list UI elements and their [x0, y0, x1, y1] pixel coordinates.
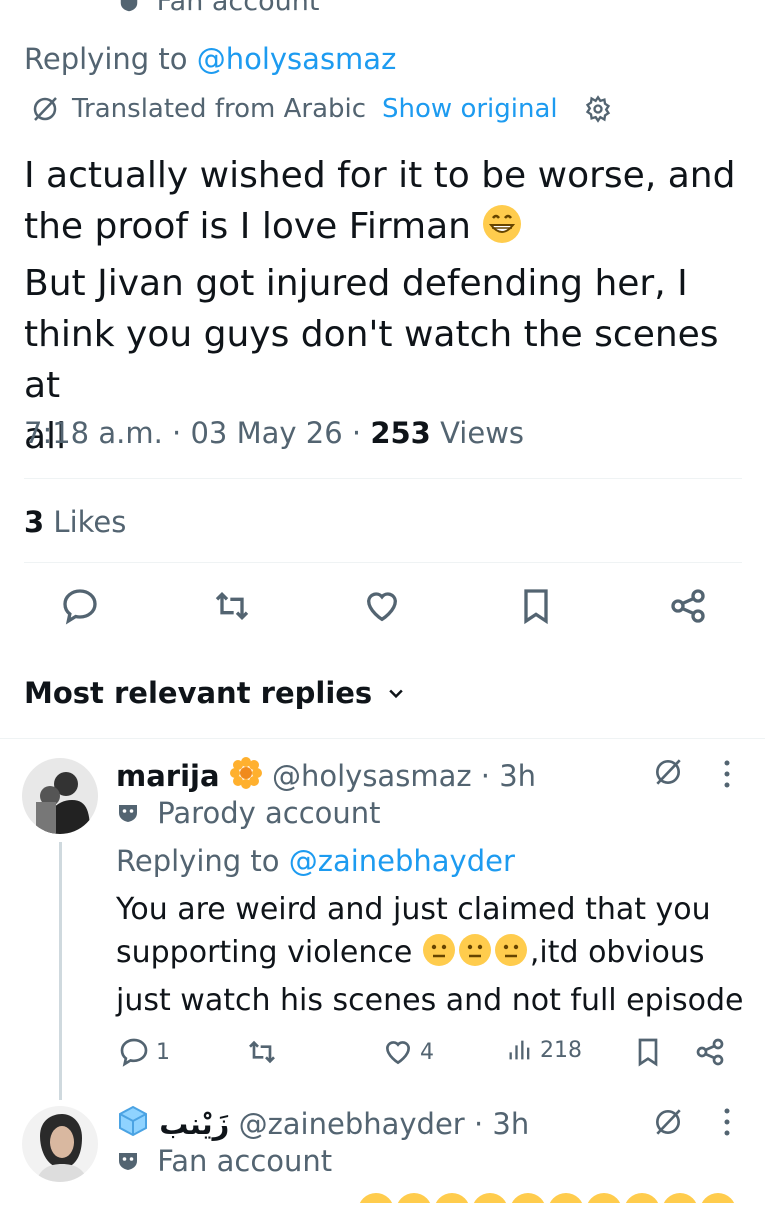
translated-label: Translated from Arabic [72, 94, 367, 124]
tweet-time[interactable]: 7:18 a.m. [24, 416, 163, 450]
show-original-link[interactable]: Show original [382, 94, 558, 124]
views-count: 253 [370, 416, 431, 450]
repost-button[interactable] [246, 1036, 278, 1068]
more-options-icon[interactable] [724, 1108, 730, 1136]
views-button[interactable]: 218 [506, 1036, 582, 1064]
likes-summary[interactable]: 3 Likes [24, 505, 126, 539]
bookmark-button[interactable] [632, 1036, 664, 1068]
reply-button[interactable]: 1 [118, 1036, 170, 1068]
tweet-line: But Jivan got injured defending her, I [24, 263, 688, 304]
divider [24, 478, 742, 479]
divider [0, 738, 765, 739]
display-name[interactable]: marija [116, 759, 220, 793]
views-label: Views [440, 416, 525, 450]
thread-connector [59, 842, 62, 1100]
tweet-line: the proof is I love Firman [24, 201, 749, 258]
reply-icon[interactable] [60, 586, 100, 626]
bookmark-icon[interactable] [516, 586, 556, 626]
partial-badge-row: Fan account [118, 0, 319, 17]
translate-icon[interactable] [652, 756, 684, 788]
replying-to-line: Replying to @holysasmaz [24, 42, 396, 76]
flower-icon [229, 756, 263, 790]
reply-count: 1 [156, 1039, 170, 1065]
handle[interactable]: @zainebhayder [239, 1107, 465, 1141]
account-badge: Parody account [116, 796, 381, 830]
emoji-row-partial [358, 1188, 738, 1207]
fan-account-label: Fan account [156, 0, 320, 17]
gear-icon[interactable] [584, 95, 612, 123]
display-name[interactable]: زَيْنب [159, 1107, 229, 1141]
replying-to-line: Replying to @zainebhayder [116, 844, 515, 878]
parody-label: Parody account [157, 796, 381, 830]
heart-icon [385, 1041, 411, 1065]
chevron-down-icon [386, 683, 406, 703]
repost-icon[interactable] [212, 586, 252, 626]
tweet-line: I actually wished for it to be worse, an… [24, 155, 736, 196]
handle[interactable]: @holysasmaz [272, 759, 472, 793]
fan-account-label: Fan account [157, 1144, 333, 1178]
analytics-icon [509, 1040, 530, 1060]
reply-time[interactable]: 3h [492, 1107, 529, 1141]
neutral-face-icon [422, 933, 530, 979]
heart-icon[interactable] [362, 586, 402, 626]
like-count: 4 [420, 1039, 434, 1065]
tweet-line: think you guys don't watch the scenes at [24, 314, 719, 406]
translate-icon[interactable] [652, 1106, 684, 1138]
reply-line: supporting violence ,itd obvious [116, 931, 756, 979]
replying-handle-link[interactable]: @holysasmaz [197, 42, 397, 76]
ice-cube-icon [116, 1104, 150, 1138]
replying-handle-link[interactable]: @zainebhayder [289, 844, 515, 878]
tweet-date[interactable]: 03 May 26 [190, 416, 342, 450]
share-button[interactable] [694, 1036, 726, 1068]
likes-label: Likes [53, 505, 127, 539]
grinning-face-icon [482, 204, 522, 258]
replying-prefix: Replying to [24, 42, 188, 76]
reply-time[interactable]: 3h [499, 759, 536, 793]
mask-icon [116, 801, 140, 825]
mask-icon [118, 0, 140, 14]
tweet-meta: 7:18 a.m. · 03 May 26 · 253 Views [24, 416, 525, 450]
bookmark-icon [638, 1038, 658, 1067]
mask-icon [116, 1149, 140, 1173]
reply-icon [120, 1038, 148, 1067]
avatar[interactable] [22, 758, 98, 834]
share-icon [696, 1038, 724, 1066]
reply-text: You are weird and just claimed that you … [116, 888, 756, 1022]
avatar[interactable] [22, 1106, 98, 1182]
replying-prefix: Replying to [116, 844, 280, 878]
translation-row: Translated from Arabic Show original [30, 94, 612, 124]
likes-count: 3 [24, 505, 45, 539]
like-button[interactable]: 4 [382, 1036, 434, 1068]
repost-icon [249, 1040, 275, 1064]
view-count: 218 [540, 1037, 582, 1063]
sort-label: Most relevant replies [24, 676, 373, 710]
reply-header: marija @holysasmaz · 3h [116, 756, 536, 793]
account-badge: Fan account [116, 1144, 332, 1178]
sort-dropdown[interactable]: Most relevant replies [24, 676, 406, 710]
translate-icon [30, 94, 60, 124]
reply-header: زَيْنب @zainebhayder · 3h [116, 1104, 529, 1141]
more-options-icon[interactable] [724, 760, 730, 788]
share-icon[interactable] [668, 586, 708, 626]
divider [24, 562, 742, 563]
reply-line: just watch his scenes and not full episo… [116, 983, 744, 1018]
reply-line: You are weird and just claimed that you [116, 892, 711, 927]
